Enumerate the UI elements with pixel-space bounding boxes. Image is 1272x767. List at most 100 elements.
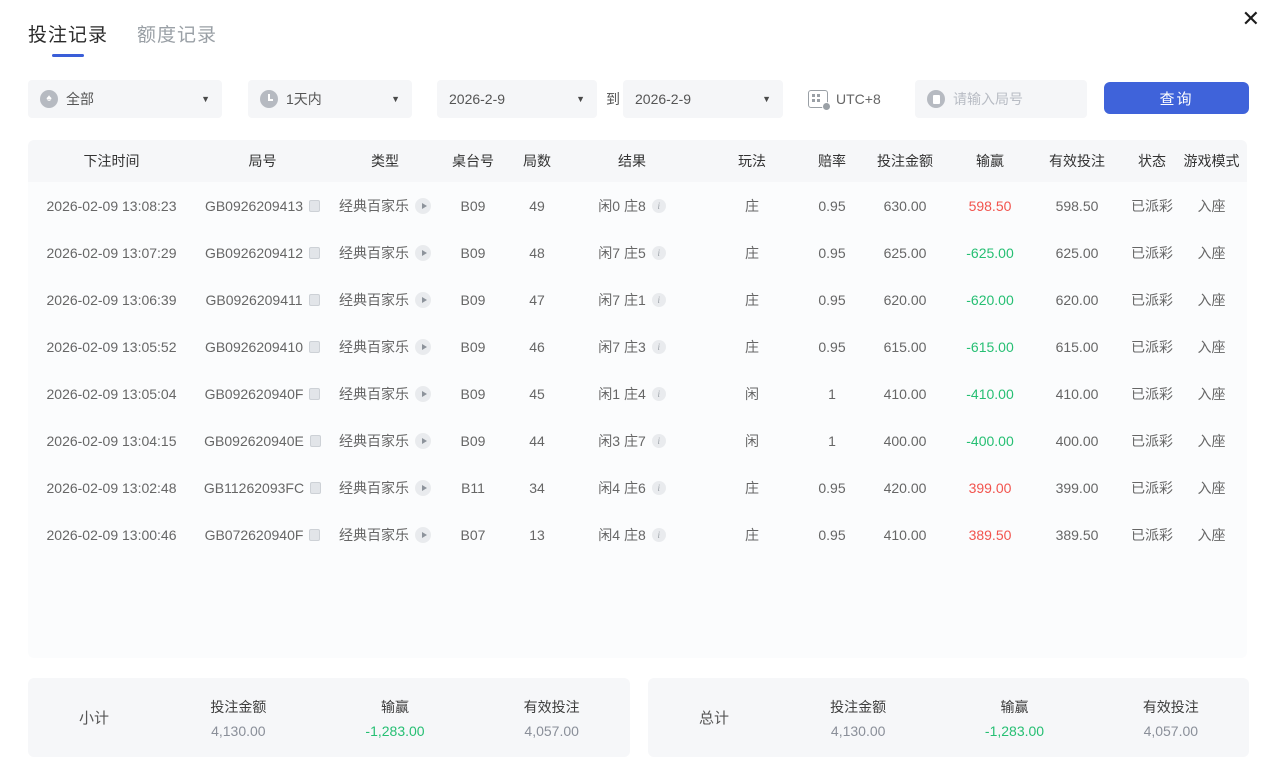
info-icon[interactable]: i [652,246,666,260]
cell-play: 庄 [696,243,808,263]
cell-round-id: GB0926209410 [195,339,330,355]
info-icon[interactable]: i [652,293,666,307]
info-icon[interactable]: i [652,340,666,354]
table-header-cell: 输赢 [954,151,1026,171]
result-wrap: 闲0 庄8i [568,196,696,216]
play-icon[interactable] [415,198,431,214]
game-type-text: 经典百家乐 [339,384,409,404]
total-bet-amount: 投注金额 4,130.00 [780,697,936,739]
cell-table-no: B09 [440,245,506,261]
game-type-wrap: 经典百家乐 [330,243,440,263]
copy-icon[interactable] [310,435,321,447]
play-icon[interactable] [415,386,431,402]
result-text: 闲4 庄8 [598,525,645,545]
cell-play: 庄 [696,525,808,545]
cell-play: 庄 [696,196,808,216]
cell-status: 已派彩 [1128,243,1176,263]
round-id-text: GB0926209411 [205,292,302,308]
copy-icon[interactable] [309,388,320,400]
cell-odds: 0.95 [808,339,856,355]
game-type-text: 经典百家乐 [339,196,409,216]
play-icon[interactable] [415,433,431,449]
cell-winloss: -400.00 [954,433,1026,449]
cell-table-no: B11 [440,480,506,496]
info-icon[interactable]: i [652,528,666,542]
cell-round-count: 47 [506,292,568,308]
cell-odds: 1 [808,433,856,449]
copy-icon[interactable] [309,247,320,259]
cell-status: 已派彩 [1128,384,1176,404]
copy-icon[interactable] [309,200,320,212]
tab-quota-records[interactable]: 额度记录 [137,20,217,57]
time-range-dropdown[interactable]: 1天内 ▼ [248,80,412,118]
cell-game-mode: 入座 [1176,243,1247,263]
game-type-text: 经典百家乐 [339,431,409,451]
cell-play: 闲 [696,431,808,451]
cell-result: 闲1 庄4i [568,384,696,404]
game-type-text: 经典百家乐 [339,243,409,263]
cell-round-id: GB072620940F [195,527,330,543]
cell-result: 闲0 庄8i [568,196,696,216]
game-type-wrap: 经典百家乐 [330,478,440,498]
date-to-value: 2026-2-9 [635,91,691,107]
copy-icon[interactable] [310,482,321,494]
table-header-cell: 赔率 [808,151,856,171]
table-row: 2026-02-09 13:04:15GB092620940E经典百家乐B094… [28,417,1247,464]
cell-round-id: GB11262093FC [195,480,330,496]
total-valid-bet: 有效投注 4,057.00 [1093,697,1249,739]
cell-bet-amount: 420.00 [856,480,954,496]
cell-play: 闲 [696,384,808,404]
cell-game-type: 经典百家乐 [330,478,440,498]
cell-round-id: GB0926209411 [195,292,330,308]
table-row: 2026-02-09 13:08:23GB0926209413经典百家乐B094… [28,182,1247,229]
cell-round-id: GB092620940F [195,386,330,402]
cell-odds: 0.95 [808,245,856,261]
cell-game-mode: 入座 [1176,196,1247,216]
info-icon[interactable]: i [652,481,666,495]
game-type-wrap: 经典百家乐 [330,431,440,451]
copy-icon[interactable] [309,294,320,306]
cell-odds: 1 [808,386,856,402]
round-number-input[interactable] [953,91,1063,107]
cell-winloss: 598.50 [954,198,1026,214]
play-icon[interactable] [415,480,431,496]
date-from-picker[interactable]: 2026-2-9 ▼ [437,80,597,118]
tab-betting-records[interactable]: 投注记录 [28,20,108,57]
info-icon[interactable]: i [652,199,666,213]
cell-bet-amount: 615.00 [856,339,954,355]
play-icon[interactable] [415,292,431,308]
cell-valid-bet: 400.00 [1026,433,1128,449]
calendar-clock-icon[interactable] [808,90,828,108]
info-icon[interactable]: i [652,387,666,401]
cell-table-no: B07 [440,527,506,543]
game-type-wrap: 经典百家乐 [330,384,440,404]
subtotal-valid-bet: 有效投注 4,057.00 [473,697,630,739]
round-id-wrap: GB092620940F [195,386,330,402]
chevron-down-icon: ▼ [201,94,210,104]
game-type-wrap: 经典百家乐 [330,337,440,357]
cell-game-type: 经典百家乐 [330,290,440,310]
cell-odds: 0.95 [808,292,856,308]
info-icon[interactable]: i [652,434,666,448]
game-type-dropdown[interactable]: ♠ 全部 ▼ [28,80,222,118]
cell-game-mode: 入座 [1176,290,1247,310]
cell-odds: 0.95 [808,527,856,543]
cell-round-id: GB0926209413 [195,198,330,214]
table-header-cell: 局号 [195,151,330,171]
play-icon[interactable] [415,339,431,355]
cell-status: 已派彩 [1128,525,1176,545]
cell-result: 闲3 庄7i [568,431,696,451]
cell-bet-amount: 400.00 [856,433,954,449]
close-icon[interactable]: ✕ [1242,8,1260,30]
play-icon[interactable] [415,527,431,543]
result-text: 闲4 庄6 [598,478,645,498]
round-search-field[interactable] [915,80,1087,118]
query-button[interactable]: 查询 [1104,82,1249,114]
cell-game-mode: 入座 [1176,337,1247,357]
table-body: 2026-02-09 13:08:23GB0926209413经典百家乐B094… [28,182,1247,658]
date-to-picker[interactable]: 2026-2-9 ▼ [623,80,783,118]
copy-icon[interactable] [309,529,320,541]
cell-winloss: -410.00 [954,386,1026,402]
copy-icon[interactable] [309,341,320,353]
play-icon[interactable] [415,245,431,261]
